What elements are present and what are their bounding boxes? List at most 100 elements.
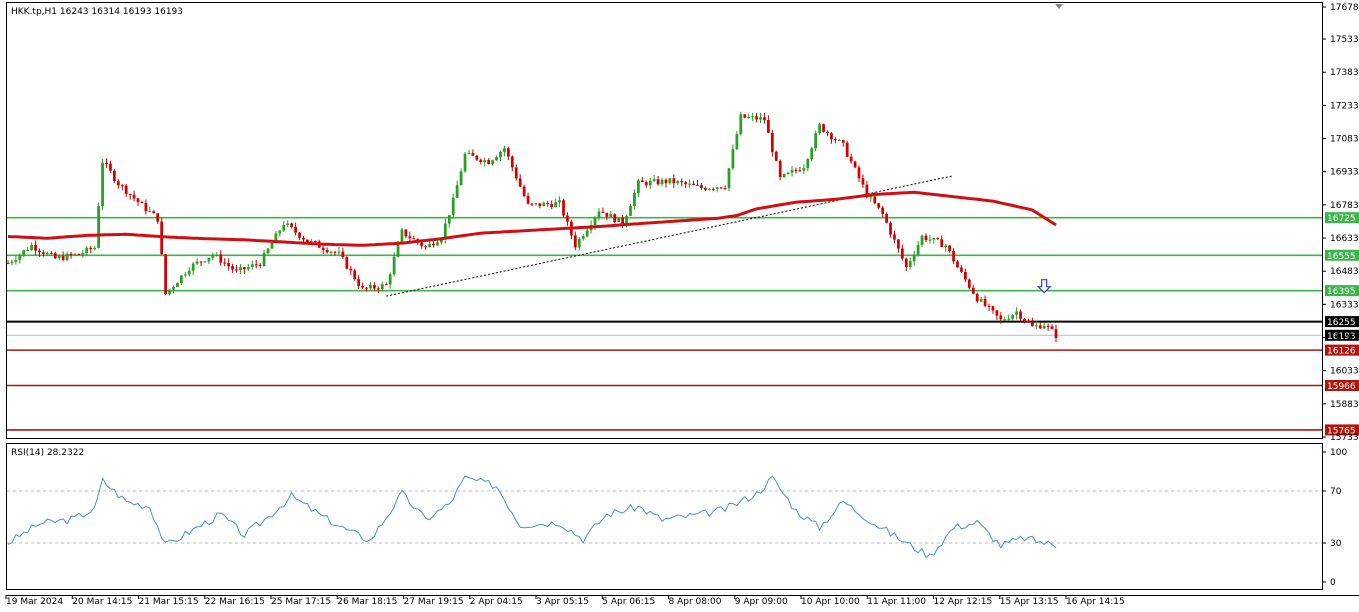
candle-body bbox=[227, 263, 231, 267]
candle-body bbox=[786, 172, 790, 175]
candle-body bbox=[282, 224, 286, 231]
candle-body bbox=[325, 250, 329, 253]
candle-body bbox=[798, 170, 802, 172]
candle-body bbox=[912, 254, 916, 262]
candle-body bbox=[857, 167, 861, 179]
candle-body bbox=[869, 196, 873, 198]
candle-body bbox=[176, 283, 179, 287]
price-axis-label: 16483 bbox=[1330, 267, 1359, 277]
price-axis-label: 16033 bbox=[1330, 367, 1359, 377]
candle-body bbox=[120, 185, 124, 187]
candle-body bbox=[688, 183, 691, 185]
candle-body bbox=[558, 200, 561, 203]
candle-body bbox=[73, 253, 77, 255]
candle-body bbox=[455, 185, 459, 198]
candle-body bbox=[853, 161, 857, 168]
candle-body bbox=[65, 253, 69, 260]
candle-body bbox=[61, 256, 65, 260]
candle-body bbox=[191, 263, 195, 271]
candle-body bbox=[609, 214, 613, 217]
candle-body bbox=[577, 238, 581, 248]
level-badge-label: 16126 bbox=[1327, 347, 1356, 357]
candle-body bbox=[518, 178, 522, 187]
price-axis-label: 17083 bbox=[1330, 135, 1359, 145]
candle-body bbox=[826, 131, 829, 134]
trading-chart[interactable]: HKK.tp,H1 16243 16314 16193 16193 RSI(14… bbox=[0, 0, 1359, 612]
candle-body bbox=[30, 244, 34, 251]
candle-body bbox=[93, 247, 97, 250]
candle-body bbox=[105, 162, 108, 164]
candle-body bbox=[778, 160, 782, 178]
candle-body bbox=[822, 124, 825, 132]
candle-body bbox=[357, 279, 361, 286]
candle-body bbox=[940, 239, 944, 248]
candle-body bbox=[739, 114, 743, 135]
candle-body bbox=[877, 203, 881, 208]
candle-body bbox=[774, 151, 778, 161]
candle-body bbox=[983, 299, 987, 306]
moving-average-line bbox=[7, 190, 1057, 247]
candle-body bbox=[207, 257, 211, 262]
candle-body bbox=[341, 251, 345, 258]
candle-body bbox=[250, 264, 254, 268]
candle-body bbox=[22, 250, 26, 255]
level-badge-label: 16255 bbox=[1327, 318, 1356, 328]
candle-body bbox=[503, 148, 506, 152]
candle-body bbox=[140, 202, 144, 204]
candle-body bbox=[428, 243, 431, 248]
candle-body bbox=[833, 139, 837, 141]
candle-body bbox=[187, 270, 191, 275]
candle-body bbox=[298, 232, 301, 238]
candle-body bbox=[967, 279, 971, 288]
candle-body bbox=[849, 156, 853, 162]
candle-body bbox=[550, 204, 554, 208]
candle-body bbox=[1019, 311, 1022, 319]
level-badge-label: 16395 bbox=[1327, 287, 1356, 297]
candle-body bbox=[294, 226, 297, 233]
candle-body bbox=[601, 211, 605, 213]
candle-body bbox=[952, 250, 955, 262]
candle-body bbox=[321, 247, 325, 251]
price-axis-label: 15733 bbox=[1330, 433, 1359, 443]
candle-body bbox=[648, 180, 652, 186]
candle-body bbox=[759, 117, 762, 120]
candle-body bbox=[751, 116, 755, 118]
candle-body bbox=[581, 236, 585, 239]
candle-body bbox=[546, 202, 550, 205]
candle-body bbox=[960, 267, 963, 272]
candle-body bbox=[396, 242, 400, 257]
candle-body bbox=[613, 214, 617, 222]
candle-body bbox=[81, 253, 85, 255]
chart-shift-marker-icon[interactable] bbox=[1055, 4, 1063, 9]
candle-body bbox=[928, 239, 932, 241]
candle-body bbox=[199, 261, 203, 263]
candle-body bbox=[491, 160, 494, 165]
candle-body bbox=[605, 212, 609, 217]
price-axis-label: 17383 bbox=[1330, 68, 1359, 78]
time-axis-label: 19 Mar 2024 bbox=[6, 597, 63, 607]
candle-body bbox=[231, 266, 234, 270]
candle-body bbox=[270, 242, 274, 249]
candle-body bbox=[1050, 326, 1054, 330]
candle-body bbox=[554, 202, 558, 208]
candle-body bbox=[499, 151, 502, 158]
candle-body bbox=[172, 286, 175, 290]
candle-body bbox=[767, 119, 770, 133]
candle-body bbox=[258, 264, 262, 266]
candle-body bbox=[309, 240, 313, 243]
candle-body bbox=[144, 202, 148, 212]
candle-body bbox=[34, 244, 37, 251]
candle-body bbox=[89, 247, 93, 250]
candle-body bbox=[692, 183, 695, 185]
candle-body bbox=[467, 152, 471, 154]
candle-body bbox=[924, 235, 928, 241]
candle-body bbox=[711, 188, 715, 190]
candle-body bbox=[97, 206, 100, 248]
candle-body bbox=[487, 159, 491, 165]
candle-body bbox=[1023, 318, 1026, 322]
time-axis-label: 12 Apr 12:15 bbox=[934, 597, 993, 607]
candle-body bbox=[432, 243, 435, 246]
candle-body bbox=[893, 234, 896, 240]
candle-body bbox=[644, 182, 648, 186]
candle-body bbox=[420, 242, 424, 247]
